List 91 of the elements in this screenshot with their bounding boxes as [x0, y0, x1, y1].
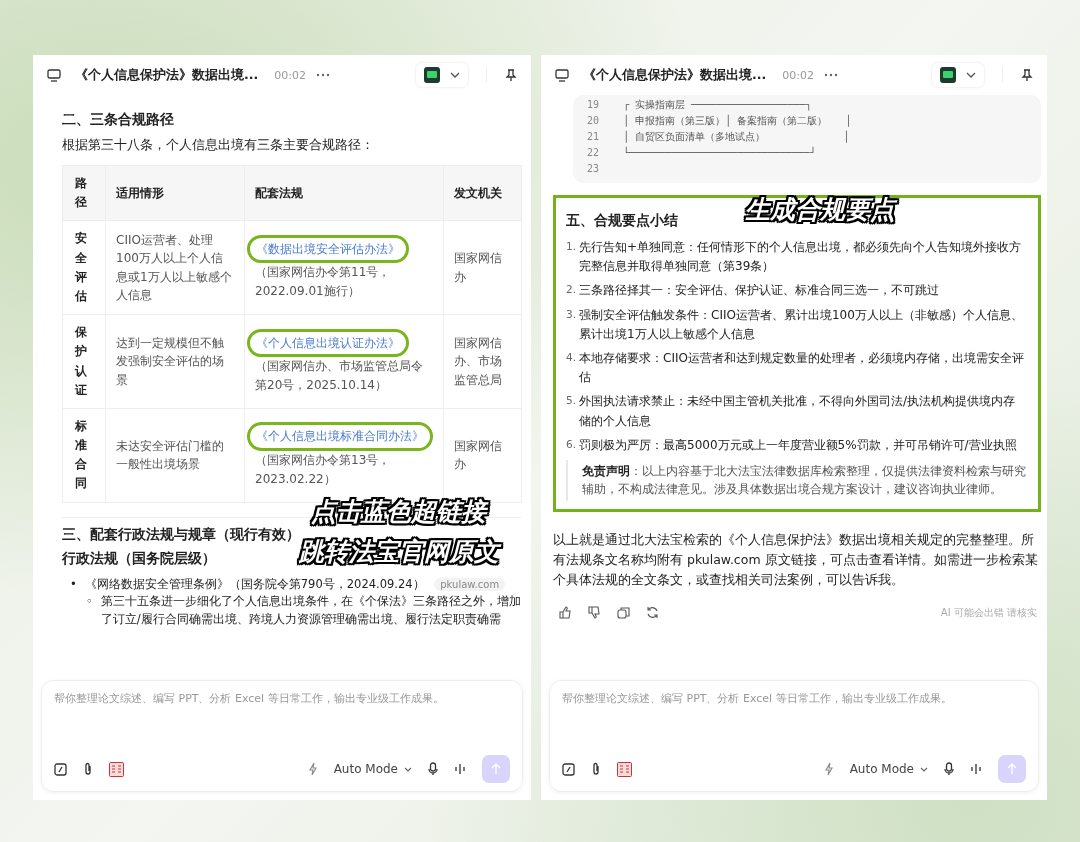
paperclip-icon[interactable] — [591, 762, 601, 776]
code-line: └──────────────────────────────┘ — [623, 145, 816, 160]
caret-icon — [404, 766, 412, 772]
caption-text: 点击蓝色超链接 — [307, 493, 494, 531]
summary-item: 先行告知+单独同意：任何情形下的个人信息出境，都必须先向个人告知境外接收方完整信息并取得单独同意（第39条） — [579, 239, 1023, 276]
line-number: 23 — [587, 162, 601, 176]
elapsed-time: 00:02 — [274, 68, 306, 82]
edit-icon[interactable] — [562, 762, 575, 776]
closing-text: 以上就是通过北大法宝检索的《个人信息保护法》数据出境相关规定的完整整理。所有法规条文名称均附有 pkulaw.com 原文链接，可点击查看详情。如需进一步检索某个具体法规的全文条文，或查找相关司法案例，可以告诉我。 — [553, 530, 1039, 589]
message-composer[interactable]: 帮你整理论文综述、编写 PPT、分析 Excel 等日常工作，输出专业级工作成果。 Auto Mode — [549, 680, 1039, 792]
item-number: 4. — [566, 349, 577, 365]
item-number: 5. — [566, 393, 577, 409]
summary-item: 强制安全评估触发条件：CIIO运营者、累计出境100万人以上（非敏感）个人信息、累计出境1万人以上敏感个人信息 — [579, 306, 1024, 343]
item-number: 1. — [566, 239, 577, 254]
summary-item: 外国执法请求禁止：未经中国主管机关批准，不得向外国司法/执法机构提供境内存储的个人信息 — [579, 393, 1017, 430]
code-line: │ 申报指南（第三版）│ 备案指南（第二版） │ — [623, 113, 852, 129]
thumbs-up-icon[interactable] — [559, 606, 572, 620]
bullet-marker: ◦ — [86, 593, 93, 611]
scenario-cell: 达到一定规模但不触发强制安全评估的场景 — [116, 335, 224, 387]
regulation-link[interactable]: 《个人信息出境标准合同办法》 — [247, 422, 433, 451]
section-heading: 五、合规要点小结 — [566, 212, 678, 230]
microphone-icon[interactable] — [944, 762, 954, 776]
line-number: 21 — [587, 130, 601, 144]
app-icon — [940, 67, 956, 83]
monitor-icon — [47, 68, 61, 82]
ai-disclaimer: AI 可能会出错 请核实 — [940, 605, 1037, 620]
subheading: 行政法规（国务院层级） — [62, 549, 216, 568]
seal-icon[interactable] — [109, 761, 124, 777]
waveform-icon[interactable] — [454, 763, 466, 775]
column-header: 配套法规 — [255, 185, 303, 200]
line-number: 20 — [587, 114, 601, 128]
caret-icon — [966, 72, 976, 78]
line-number: 22 — [587, 146, 601, 160]
lightning-icon[interactable] — [307, 762, 318, 776]
more-icon[interactable] — [823, 73, 838, 77]
line-number: 19 — [587, 98, 601, 112]
chat-title: 《个人信息保护法》数据出境... — [75, 66, 259, 84]
path-cell-text: 保护认证 — [75, 324, 87, 399]
issuer-cell: 国家网信办 — [454, 251, 502, 284]
regulation-note: （国家网信办、市场监管总局令第20号，2025.10.14） — [255, 358, 424, 394]
edit-icon[interactable] — [54, 762, 67, 776]
chat-title: 《个人信息保护法》数据出境... — [583, 66, 767, 84]
column-header: 发文机关 — [454, 185, 502, 200]
regulation-note: （国家网信办令第11号，2022.09.01施行） — [255, 264, 392, 301]
column-header: 路径 — [75, 175, 87, 212]
caret-icon — [920, 766, 928, 772]
disclaimer-text: 免责声明：以上内容基于北大法宝法律数据库检索整理，仅提供法律资料检索与研究辅助，不构成法律意见。涉及具体数据出境合规方案设计，建议咨询执业律师。 — [566, 459, 1026, 501]
path-cell-text: 标准合同 — [75, 417, 87, 493]
summary-item: 罚则极为严厉：最高5000万元或上一年度营业额5%罚款，并可吊销许可/营业执照 — [579, 436, 1017, 454]
elapsed-time: 00:02 — [782, 68, 814, 82]
regulation-link[interactable]: 《个人信息出境认证办法》 — [247, 328, 409, 358]
model-selector[interactable] — [416, 63, 468, 87]
seal-icon[interactable] — [617, 761, 632, 777]
bullet-text: 第三十五条进一步细化了个人信息出境条件，在《个保法》三条路径之外，增加了订立/履行合同确需出境、跨境人力资源管理确需出境、履行法定职责确需 — [100, 593, 521, 629]
model-selector[interactable] — [932, 63, 984, 87]
scenario-cell: CIIO运营者、处理100万人以上个人信息或1万人以上敏感个人信息 — [116, 232, 232, 303]
intro-text: 根据第三十八条，个人信息出境有三条主要合规路径： — [62, 136, 375, 154]
regulation-link[interactable]: 《数据出境安全评估办法》 — [247, 234, 409, 264]
summary-item: 本地存储要求：CIIO运营者和达到规定数量的处理者，必须境内存储，出境需安全评估 — [579, 349, 1025, 387]
issuer-cell: 国家网信办 — [454, 438, 502, 472]
arrow-up-icon — [491, 763, 501, 775]
issuer-cell: 国家网信办、市场监管总局 — [454, 335, 502, 387]
monitor-icon — [555, 68, 569, 82]
regulation-note: （国家网信办令第13号，2023.02.22） — [255, 451, 392, 488]
item-number: 3. — [566, 306, 577, 322]
mode-dropdown[interactable]: Auto Mode — [849, 762, 928, 776]
item-number: 6. — [566, 436, 577, 452]
bullet-text: 《网络数据安全管理条例》（国务院令第790号，2024.09.24） — [84, 576, 425, 591]
refresh-icon[interactable] — [646, 606, 659, 620]
bullet-marker: • — [70, 575, 77, 593]
arrow-up-icon — [1007, 763, 1017, 775]
item-number: 2. — [566, 282, 577, 298]
caption-text: 生成合规要点 — [741, 191, 903, 229]
message-composer[interactable]: 帮你整理论文综述、编写 PPT、分析 Excel 等日常工作，输出专业级工作成果。 Auto Mode — [41, 680, 523, 792]
path-cell-text: 安全评估 — [75, 230, 87, 305]
column-header: 适用情形 — [116, 185, 164, 200]
summary-item: 三条路径择其一：安全评估、保护认证、标准合同三选一，不可跳过 — [579, 282, 940, 300]
thumbs-down-icon[interactable] — [588, 606, 601, 620]
mode-dropdown[interactable]: Auto Mode — [333, 762, 412, 776]
lightning-icon[interactable] — [823, 762, 834, 776]
section-heading: 二、三条合规路径 — [62, 111, 174, 129]
paperclip-icon[interactable] — [83, 762, 93, 776]
microphone-icon[interactable] — [428, 762, 438, 776]
waveform-icon[interactable] — [970, 763, 982, 775]
caret-icon — [450, 72, 460, 78]
copy-icon[interactable] — [617, 606, 630, 620]
scenario-cell: 未达安全评估门槛的一般性出境场景 — [116, 438, 224, 472]
code-line: ┌ 实操指南层 ───────────────────┐ — [623, 98, 812, 113]
code-line: │ 自贸区负面清单（多地试点） │ — [623, 129, 850, 145]
more-icon[interactable] — [315, 73, 330, 77]
app-icon — [424, 67, 440, 83]
